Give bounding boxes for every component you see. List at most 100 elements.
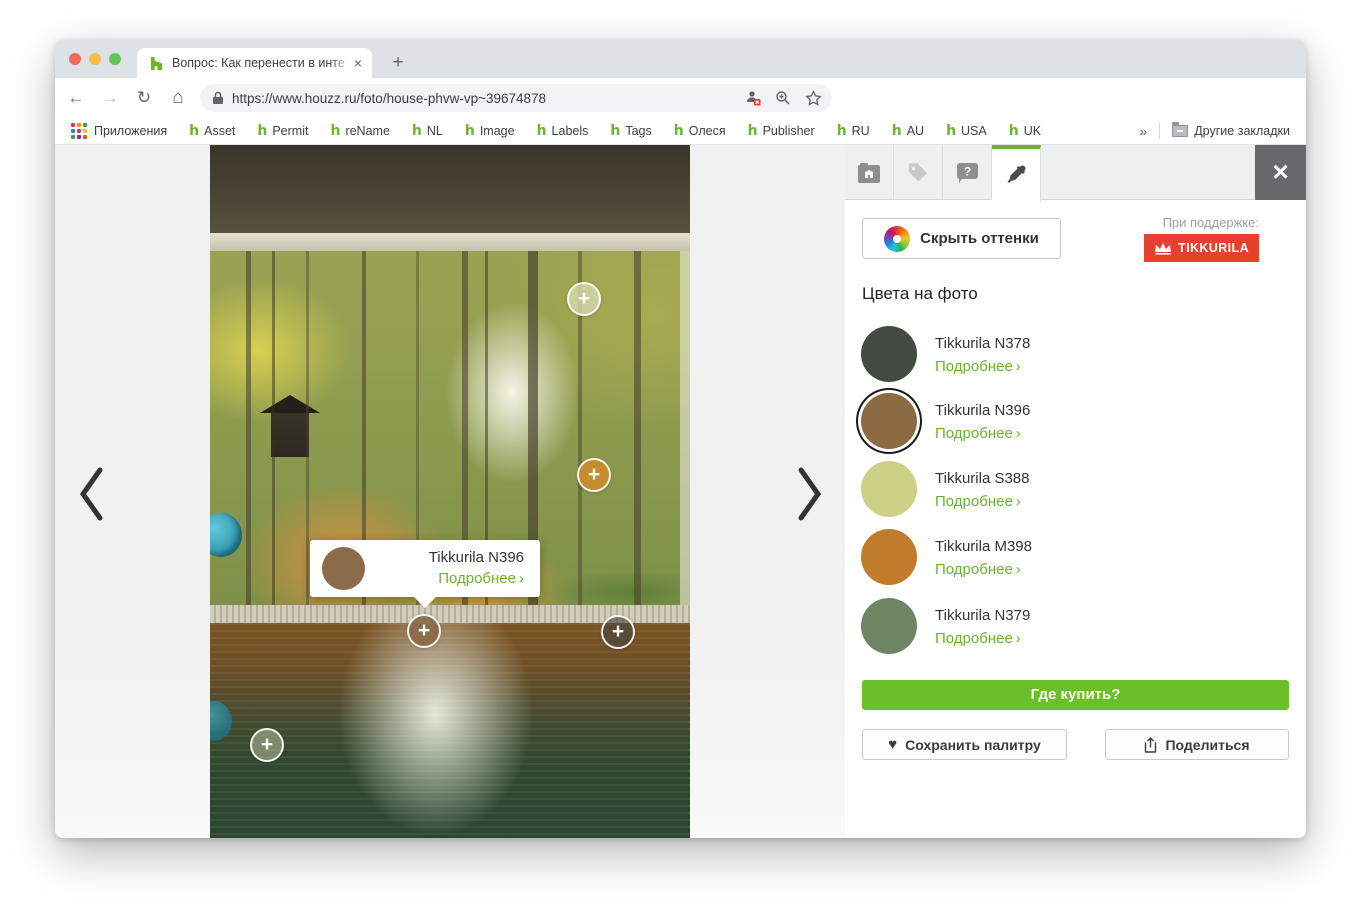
- previous-photo-button[interactable]: [77, 466, 105, 522]
- sponsor-label: При поддержке:: [1144, 215, 1259, 230]
- new-tab-button[interactable]: +: [385, 50, 411, 76]
- color-row: Tikkurila N396 Подробнее›: [861, 393, 1291, 453]
- interior-photo[interactable]: [210, 145, 690, 838]
- details-link[interactable]: Подробнее›: [935, 358, 1030, 376]
- tab-questions[interactable]: ?: [943, 145, 992, 200]
- folder-icon: [1172, 125, 1188, 137]
- bookmarks-overflow-icon[interactable]: »: [1139, 123, 1147, 139]
- tab-color-picker[interactable]: [992, 145, 1041, 201]
- bookmark-usa[interactable]: hUSA: [946, 123, 987, 139]
- bookmark-label: RU: [852, 124, 870, 138]
- crown-icon: [1154, 242, 1172, 255]
- houzz-bookmark-icon: h: [892, 123, 902, 139]
- other-bookmarks-button[interactable]: Другие закладки: [1172, 124, 1290, 138]
- forward-icon[interactable]: →: [97, 88, 123, 108]
- hide-shades-button[interactable]: Скрыть оттенки: [862, 218, 1061, 259]
- toolbar: ← → ↻ ⌂ https://www.houzz.ru/foto/house-…: [55, 78, 1306, 118]
- tooltip-details-link[interactable]: Подробнее›: [429, 570, 524, 588]
- browser-window: Вопрос: Как перенести в инте × + ← → ↻ ⌂…: [55, 40, 1306, 838]
- browser-tab[interactable]: Вопрос: Как перенести в инте ×: [137, 48, 372, 78]
- houzz-bookmark-icon: h: [465, 123, 475, 139]
- address-bar[interactable]: https://www.houzz.ru/foto/house-phvw-vp~…: [200, 84, 832, 112]
- swatch-s388[interactable]: [861, 461, 917, 517]
- houzz-home-icon: [857, 162, 881, 184]
- tab-title: Вопрос: Как перенести в инте: [172, 56, 352, 70]
- chevron-right-icon: ›: [1016, 630, 1021, 647]
- details-link[interactable]: Подробнее›: [935, 493, 1029, 511]
- swatch-n396[interactable]: [861, 393, 917, 449]
- tooltip-swatch: [322, 547, 365, 590]
- where-to-buy-button[interactable]: Где купить?: [862, 680, 1289, 710]
- panel-close-button[interactable]: ×: [1255, 145, 1306, 200]
- houzz-bookmark-icon: h: [674, 123, 684, 139]
- bookmark-permit[interactable]: hPermit: [257, 123, 308, 139]
- bookmark-label: Publisher: [763, 124, 815, 138]
- close-window-button[interactable]: [69, 53, 81, 65]
- color-name: Tikkurila N378: [935, 335, 1030, 352]
- houzz-bookmark-icon: h: [189, 123, 199, 139]
- bookmark-au[interactable]: h AU: [892, 123, 924, 139]
- color-row: Tikkurila N379 Подробнее›: [861, 598, 1291, 658]
- home-icon[interactable]: ⌂: [165, 87, 191, 109]
- bookmark-label: NL: [427, 124, 443, 138]
- color-marker-s388[interactable]: +: [567, 282, 601, 316]
- bookmark-asset[interactable]: hAsset: [189, 123, 235, 139]
- eyedropper-icon: [1005, 164, 1027, 186]
- photo-ceiling: [210, 145, 690, 233]
- bookmark-nl[interactable]: hNL: [412, 123, 443, 139]
- photo-gallery: + + + + + Tikkurila N396 Подробнее›: [55, 145, 845, 838]
- details-link[interactable]: Подробнее›: [935, 561, 1032, 579]
- color-marker-m398[interactable]: +: [577, 458, 611, 492]
- minimize-window-button[interactable]: [89, 53, 101, 65]
- reload-icon[interactable]: ↻: [131, 88, 157, 108]
- houzz-bookmark-icon: h: [537, 123, 547, 139]
- swatch-n378[interactable]: [861, 326, 917, 382]
- bookmark-ru[interactable]: hRU: [837, 123, 870, 139]
- share-label: Поделиться: [1165, 737, 1249, 753]
- color-name: Tikkurila M398: [935, 538, 1032, 555]
- next-photo-button[interactable]: [796, 466, 824, 522]
- bookmark-image[interactable]: hImage: [465, 123, 515, 139]
- houzz-bookmark-icon: h: [610, 123, 620, 139]
- back-icon[interactable]: ←: [63, 88, 89, 108]
- color-marker-n378[interactable]: +: [601, 615, 635, 649]
- swatch-n379[interactable]: [861, 598, 917, 654]
- bookmark-rename[interactable]: hreName: [330, 123, 389, 139]
- tab-houzz-home[interactable]: [845, 145, 894, 200]
- bookmark-olesya[interactable]: h Олеся: [674, 123, 726, 139]
- houzz-bookmark-icon: h: [748, 123, 758, 139]
- tab-products[interactable]: [894, 145, 943, 200]
- zoom-page-icon[interactable]: [775, 90, 791, 106]
- bookmark-publisher[interactable]: h Publisher: [748, 123, 815, 139]
- details-link[interactable]: Подробнее›: [935, 630, 1030, 648]
- houzz-bookmark-icon: h: [330, 123, 340, 139]
- bookmark-tags[interactable]: h Tags: [610, 123, 651, 139]
- bookmark-label: AU: [907, 124, 924, 138]
- houzz-bookmark-icon: h: [1009, 123, 1019, 139]
- color-palette-panel: ? × Скрыть оттенки При поддержке:: [845, 145, 1306, 838]
- tikkurila-logo[interactable]: TIKKURILA: [1144, 234, 1259, 262]
- bookmark-star-icon[interactable]: [805, 90, 822, 107]
- bookmark-uk[interactable]: hUK: [1009, 123, 1041, 139]
- color-name: Tikkurila N396: [935, 402, 1030, 419]
- bookmark-label: Олеся: [689, 124, 726, 138]
- color-wheel-icon: [884, 226, 910, 252]
- swatch-m398[interactable]: [861, 529, 917, 585]
- blocked-content-icon[interactable]: [745, 90, 761, 106]
- sponsor-block: При поддержке: TIKKURILA: [1144, 215, 1259, 262]
- bookmark-apps[interactable]: Приложения: [71, 123, 167, 139]
- details-link[interactable]: Подробнее›: [935, 425, 1030, 443]
- bookmark-labels[interactable]: hLabels: [537, 123, 589, 139]
- houzz-favicon-icon: [149, 56, 164, 71]
- zoom-window-button[interactable]: [109, 53, 121, 65]
- color-marker-n379[interactable]: +: [250, 728, 284, 762]
- share-button[interactable]: Поделиться: [1105, 729, 1289, 760]
- share-icon: [1144, 737, 1157, 753]
- bookmark-label: Tags: [625, 124, 651, 138]
- svg-text:?: ?: [963, 164, 970, 178]
- save-palette-button[interactable]: ♥ Сохранить палитру: [862, 729, 1067, 760]
- hide-shades-label: Скрыть оттенки: [920, 230, 1039, 247]
- color-marker-n396[interactable]: +: [407, 614, 441, 648]
- tab-close-icon[interactable]: ×: [352, 55, 364, 71]
- bookmarks-bar: Приложения hAsset hPermit hreName hNL hI…: [55, 118, 1306, 145]
